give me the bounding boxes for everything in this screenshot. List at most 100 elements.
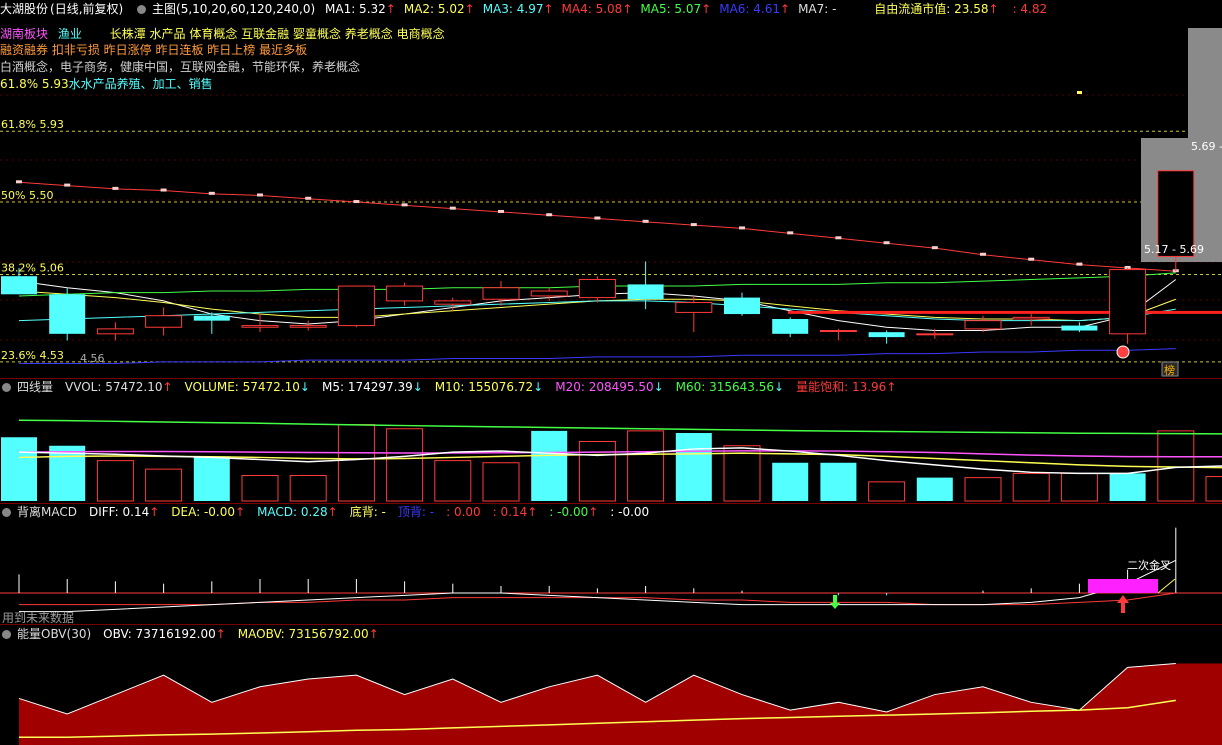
candle-body	[193, 315, 230, 321]
legend-arrow: ↑	[527, 505, 538, 519]
low-price-label: 4.56	[80, 352, 105, 365]
volume-bar	[241, 475, 279, 502]
volume-bar	[96, 460, 134, 502]
candle-body	[1109, 269, 1147, 335]
legend-item: 底背: -	[349, 505, 386, 519]
ma-marker	[980, 252, 986, 256]
price-range-label: 5.17 - 5.69	[1144, 243, 1204, 256]
candle-body	[1, 276, 37, 295]
macd-legend: 背离MACD DIFF: 0.14↑ DEA: -0.00↑ MACD: 0.28↑ 底…	[0, 504, 661, 520]
diff-line	[19, 559, 1177, 613]
volume-legend: 四线量 VVOL: 57472.10↑ VOLUME: 57472.10↓ M5: 1…	[0, 379, 908, 395]
legend-item: : 0.00	[446, 505, 481, 519]
volume-bar	[868, 481, 906, 502]
ma-line	[19, 348, 1176, 364]
legend-arrow: ↓	[774, 380, 785, 394]
legend-item: VOLUME: 57472.10	[184, 380, 300, 394]
volume-bar	[434, 460, 472, 502]
volume-bar	[964, 477, 1002, 502]
ma-marker	[498, 209, 504, 213]
volume-ma-line	[18, 419, 1222, 435]
volume-bar	[916, 477, 953, 501]
legend-item: : 0.14	[492, 505, 528, 519]
ma-marker	[787, 231, 794, 235]
legend-arrow: ↑	[327, 505, 338, 519]
chevron-down-icon[interactable]	[2, 383, 11, 392]
ma-marker	[835, 236, 842, 240]
candle-body	[530, 290, 568, 297]
volume-bar	[627, 430, 665, 502]
price-block	[1188, 28, 1222, 138]
legend-item: M20: 208495.50	[555, 380, 654, 394]
ma-marker	[449, 206, 456, 210]
volume-bar	[1109, 473, 1146, 501]
candle-body	[289, 325, 327, 328]
volume-bar	[193, 456, 230, 501]
legend-arrow: ↓	[653, 380, 664, 394]
chevron-down-icon[interactable]	[2, 630, 11, 639]
fib-level-label: 61.8% 5.93	[1, 118, 64, 131]
volume-bar	[578, 441, 616, 502]
signal-icon	[1116, 345, 1130, 359]
ma-marker	[208, 191, 215, 195]
ma-marker	[16, 180, 22, 184]
chevron-down-icon[interactable]	[2, 508, 11, 517]
candle-body	[49, 294, 86, 334]
arrow-up-icon	[1117, 595, 1129, 613]
candle-body	[675, 302, 713, 313]
golden-cross-label: 二次金叉	[1127, 559, 1171, 572]
golden-cross-box	[1088, 579, 1158, 593]
candle-body	[1061, 325, 1098, 331]
marker	[1077, 91, 1082, 94]
fib-level-label: 50% 5.50	[1, 189, 53, 202]
candle-body	[964, 320, 1002, 330]
ma-marker	[305, 196, 312, 200]
volume-bar	[145, 468, 183, 502]
candle-body	[96, 328, 134, 335]
legend-item: : -0.00	[610, 505, 650, 519]
candle-body	[1012, 316, 1050, 320]
candle-body	[337, 285, 375, 327]
ma-marker	[1028, 257, 1035, 261]
volume-bar	[289, 475, 327, 502]
obv-chart[interactable]	[0, 644, 1222, 745]
ma-marker	[739, 226, 745, 230]
legend-arrow: ↓	[299, 380, 310, 394]
legend-item: 能量OBV(30)	[17, 627, 92, 641]
legend-item: MACD: 0.28	[257, 505, 328, 519]
legend-arrow: ↑	[162, 380, 173, 394]
volume-bar	[482, 462, 520, 502]
candle-body	[386, 285, 424, 302]
legend-item: 背离MACD	[17, 505, 77, 519]
volume-bar	[386, 428, 424, 502]
legend-item: OBV: 73716192.00	[103, 627, 216, 641]
legend-item: M60: 315643.56	[675, 380, 775, 394]
fib-level-label: 23.6% 4.53	[1, 349, 64, 362]
ma-marker	[353, 200, 360, 204]
volume-bar	[531, 430, 568, 501]
macd-chart[interactable]	[0, 520, 1222, 624]
legend-item: VVOL: 57472.10	[65, 380, 163, 394]
volume-bar	[675, 433, 712, 501]
ma-marker	[257, 193, 263, 197]
ma-marker	[594, 216, 601, 220]
candle-body	[578, 278, 616, 299]
price-chart[interactable]: 61.8% 5.93 50% 5.50 38.2% 5.06 23.6% 4.53 4.…	[0, 0, 1222, 380]
ma-marker	[546, 213, 553, 217]
volume-bar	[820, 462, 857, 501]
ma-marker	[883, 241, 890, 245]
legend-item: DEA: -0.00	[171, 505, 236, 519]
dea-line	[19, 592, 1176, 606]
ma-marker	[401, 203, 408, 207]
ma-marker	[64, 183, 71, 187]
volume-bar	[1060, 472, 1098, 502]
volume-bar	[1157, 430, 1195, 502]
legend-item: : -0.00	[549, 505, 589, 519]
ma-marker	[690, 223, 697, 227]
candle-body	[819, 330, 857, 333]
legend-arrow: ↑	[588, 505, 599, 519]
legend-arrow: ↓	[412, 380, 423, 394]
volume-chart[interactable]	[0, 397, 1222, 502]
ma-line	[18, 181, 1176, 272]
legend-arrow: ↑	[235, 505, 246, 519]
